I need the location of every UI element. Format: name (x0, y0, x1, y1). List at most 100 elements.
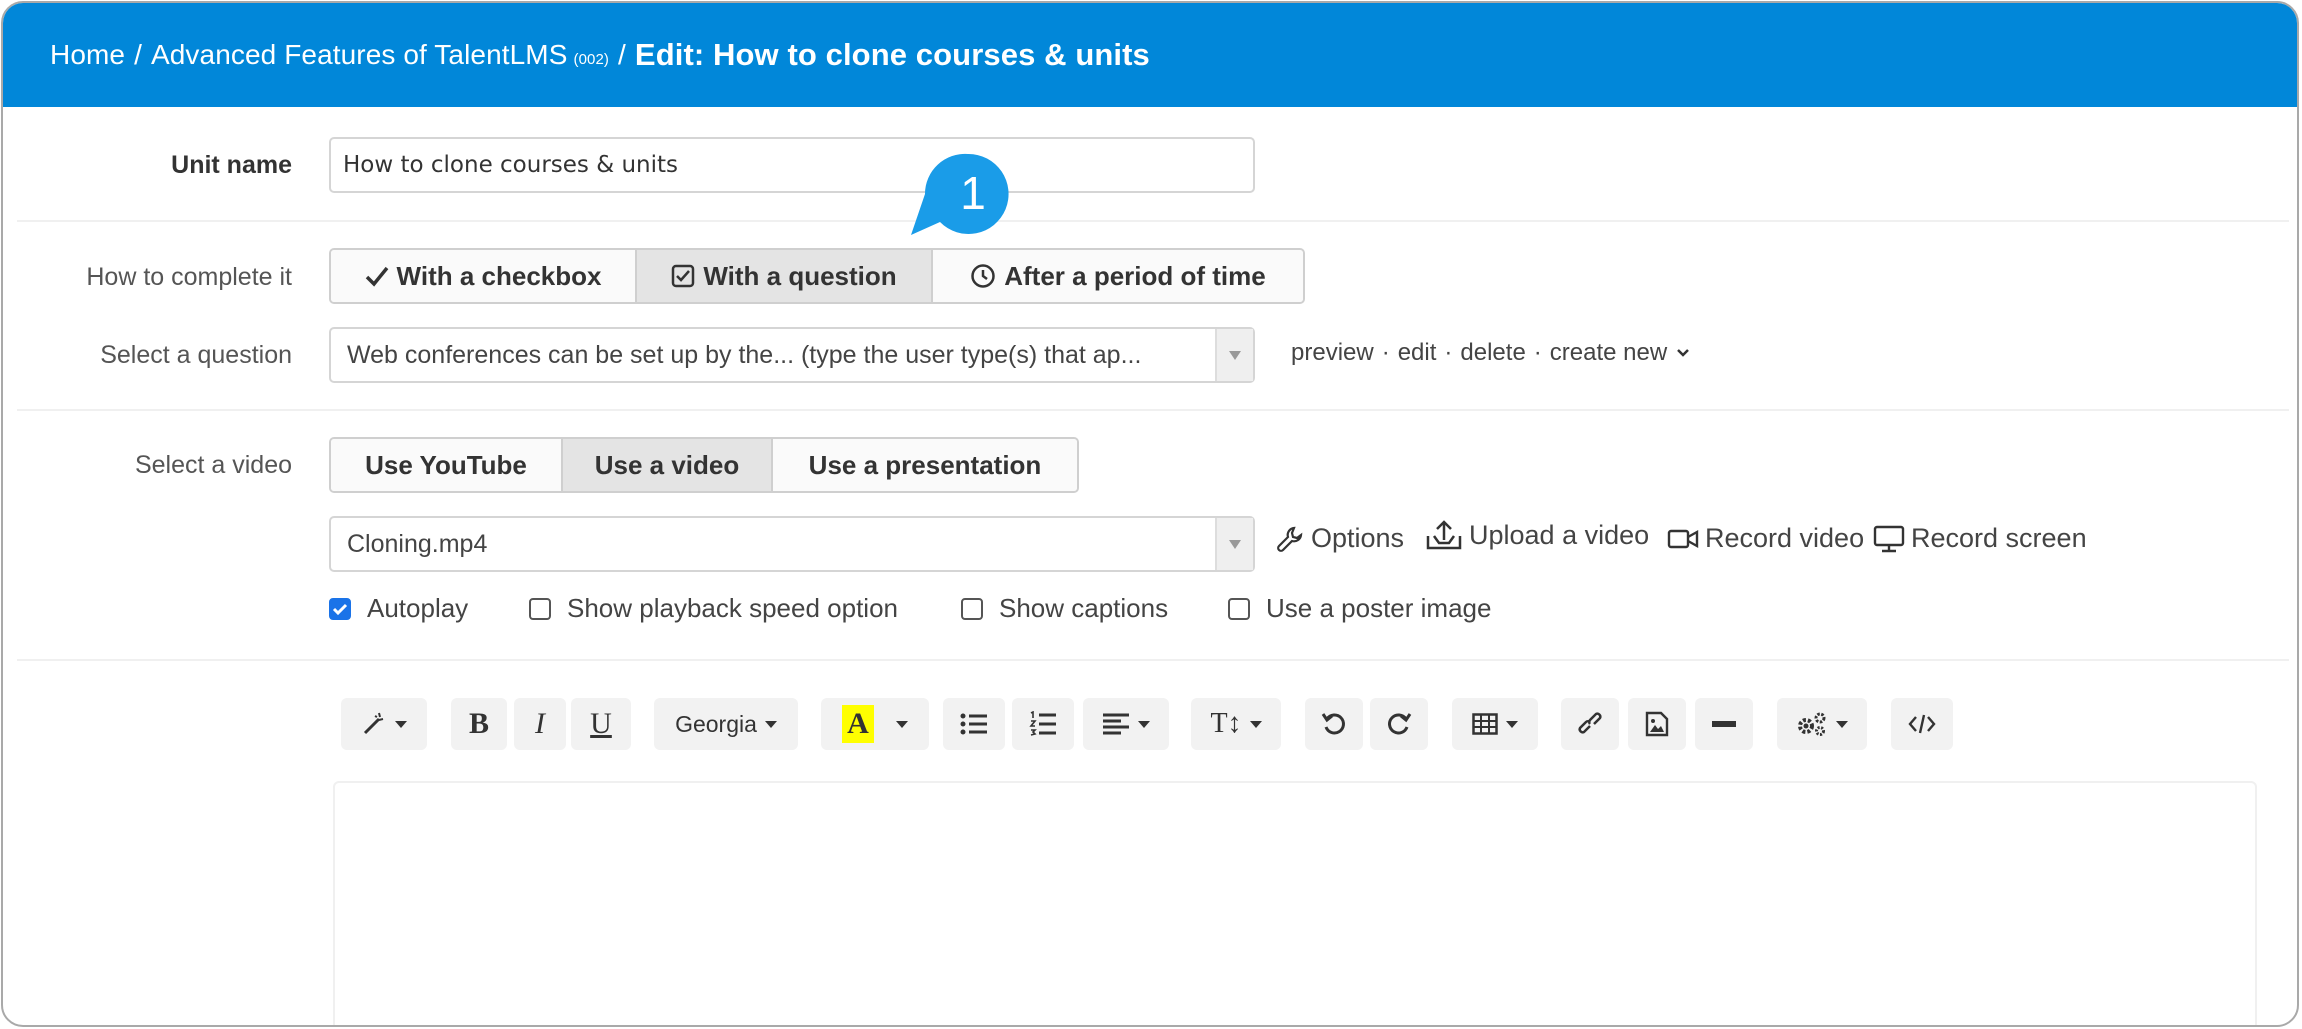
wrench-icon (1277, 526, 1303, 552)
rich-text-editor[interactable] (333, 781, 2257, 1025)
text-color-icon: A (842, 705, 874, 743)
caret-down-icon (1138, 720, 1150, 728)
code-icon (1908, 714, 1936, 734)
link-icon (1578, 712, 1602, 734)
magic-wand-button[interactable] (341, 698, 427, 750)
completion-label: How to complete it (86, 263, 292, 291)
unit-name-input[interactable]: How to clone courses & units (329, 137, 1255, 193)
undo-icon (1321, 713, 1345, 735)
divider (17, 409, 2289, 411)
question-link-preview[interactable]: preview (1291, 339, 1374, 367)
video-label: Select a video (134, 451, 292, 479)
options-button[interactable]: Options (1275, 523, 1404, 554)
checkbox-checked-icon (329, 597, 351, 620)
bulleted-list-button[interactable] (943, 698, 1005, 750)
redo-button[interactable] (1370, 698, 1428, 750)
breadcrumb-course[interactable]: Advanced Features of TalentLMS (151, 39, 568, 71)
code-view-button[interactable] (1891, 698, 1953, 750)
divider (17, 220, 2289, 222)
completion-option-time[interactable]: After a period of time (933, 250, 1303, 302)
video-source-video[interactable]: Use a video (563, 439, 773, 491)
captions-checkbox[interactable]: Show captions (961, 593, 1168, 624)
divider (17, 659, 2289, 661)
italic-button[interactable]: I (514, 698, 566, 750)
video-source-options: Use YouTube Use a video Use a presentati… (329, 437, 1079, 493)
link-separator: · (1533, 339, 1542, 366)
link-separator: · (1444, 339, 1453, 366)
horizontal-rule-icon (1712, 721, 1736, 727)
table-dropdown[interactable] (1452, 698, 1538, 750)
record-video-button[interactable]: Record video (1667, 523, 1864, 554)
upload-icon (1426, 520, 1462, 550)
redo-icon (1388, 713, 1412, 735)
settings-dropdown[interactable] (1777, 698, 1867, 750)
bulleted-list-icon (960, 713, 987, 735)
completion-option-question[interactable]: With a question (637, 250, 933, 302)
numbered-list-button[interactable] (1012, 698, 1074, 750)
poster-image-checkbox[interactable]: Use a poster image (1228, 593, 1491, 624)
table-icon (1472, 713, 1498, 735)
align-left-icon (1103, 713, 1129, 735)
text-color-button[interactable]: A (821, 698, 929, 750)
breadcrumb-separator: / (134, 39, 142, 70)
completion-option-checkbox[interactable]: With a checkbox (331, 250, 637, 302)
caret-down-icon (764, 720, 777, 728)
gears-icon (1798, 712, 1826, 736)
checkbox-icon (1228, 597, 1250, 620)
unit-name-label: Unit name (171, 151, 292, 179)
autoplay-checkbox[interactable]: Autoplay (329, 593, 468, 624)
clock-icon (971, 264, 995, 288)
caret-down-icon (395, 720, 407, 728)
image-icon (1645, 711, 1669, 737)
bold-button[interactable]: B (451, 698, 507, 750)
chevron-down-icon (1215, 518, 1253, 570)
video-source-youtube[interactable]: Use YouTube (331, 439, 563, 491)
callout-badge: 1 (911, 153, 1009, 235)
chevron-down-icon[interactable] (1675, 347, 1691, 359)
question-links: preview · edit · delete · create new (1291, 339, 1691, 367)
question-link-delete[interactable]: delete (1460, 339, 1525, 367)
font-size-dropdown[interactable]: T↕ (1191, 698, 1281, 750)
underline-button[interactable]: U (571, 698, 631, 750)
checkbox-icon (529, 597, 551, 620)
font-family-dropdown[interactable]: Georgia (654, 698, 798, 750)
undo-button[interactable] (1305, 698, 1363, 750)
magic-wand-icon (363, 712, 384, 735)
video-source-presentation[interactable]: Use a presentation (773, 439, 1077, 491)
horizontal-rule-button[interactable] (1695, 698, 1753, 750)
link-separator: · (1381, 339, 1390, 366)
callout-number: 1 (960, 167, 986, 219)
breadcrumb-home[interactable]: Home (50, 39, 125, 71)
question-select-value: Web conferences can be set up by the... … (347, 340, 1142, 369)
caret-down-icon[interactable] (895, 720, 908, 728)
check-icon (365, 266, 388, 287)
playback-speed-checkbox[interactable]: Show playback speed option (529, 593, 898, 624)
link-button[interactable] (1561, 698, 1619, 750)
question-link-create-new[interactable]: create new (1550, 339, 1667, 367)
numbered-list-icon (1029, 711, 1056, 736)
app-window: Home / Advanced Features of TalentLMS (0… (1, 1, 2299, 1027)
checked-square-icon (672, 264, 695, 288)
completion-options: With a checkbox With a question After a … (329, 248, 1305, 304)
breadcrumb-separator: / (618, 39, 626, 70)
question-label: Select a question (100, 341, 292, 369)
align-dropdown[interactable] (1083, 698, 1169, 750)
video-file-value: Cloning.mp4 (347, 529, 488, 558)
upload-video-button[interactable]: Upload a video (1425, 518, 1649, 552)
page-title: Edit: How to clone courses & units (634, 37, 1150, 72)
breadcrumb: Home / Advanced Features of TalentLMS (0… (3, 3, 2297, 107)
video-file-select[interactable]: Cloning.mp4 (329, 516, 1255, 572)
chevron-down-icon (1215, 329, 1253, 381)
image-button[interactable] (1628, 698, 1686, 750)
font-size-icon: T↕ (1210, 708, 1242, 739)
caret-down-icon (1249, 720, 1262, 728)
breadcrumb-course-code: (002) (573, 50, 610, 68)
video-camera-icon (1667, 529, 1699, 548)
monitor-icon (1873, 525, 1905, 552)
question-link-edit[interactable]: edit (1398, 339, 1437, 367)
caret-down-icon (1836, 720, 1848, 728)
checkbox-icon (961, 597, 983, 620)
question-select[interactable]: Web conferences can be set up by the... … (329, 327, 1255, 383)
record-screen-button[interactable]: Record screen (1873, 523, 2087, 554)
caret-down-icon (1506, 720, 1518, 728)
